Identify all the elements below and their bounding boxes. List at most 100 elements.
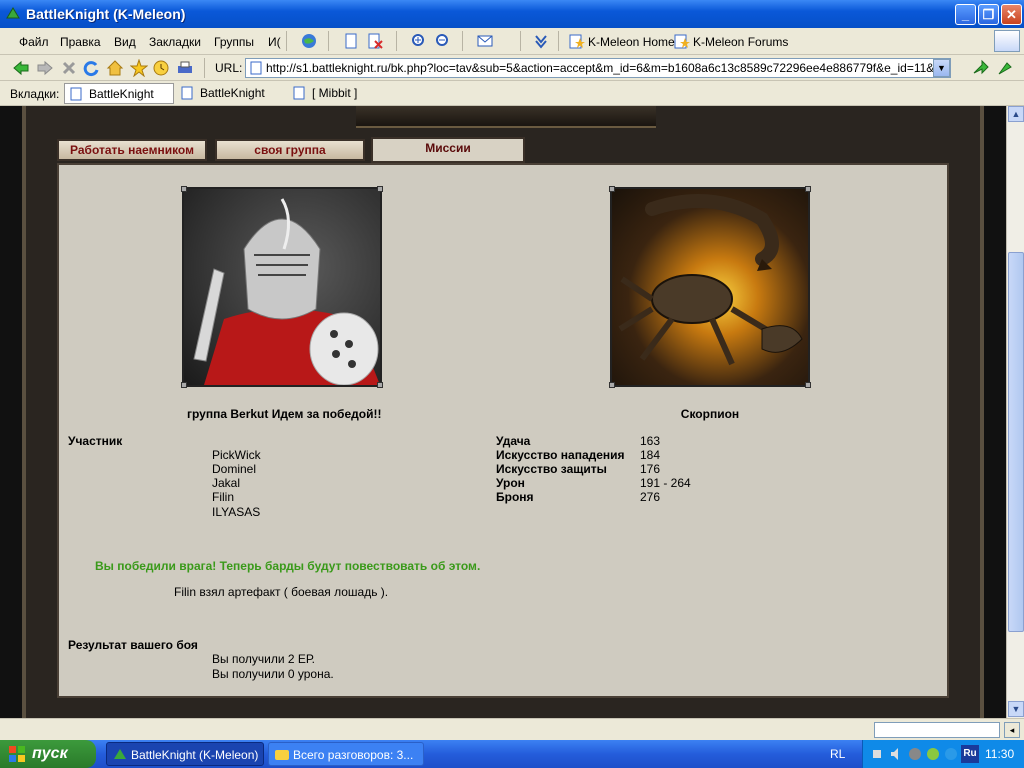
volume-icon[interactable] xyxy=(889,746,905,762)
stat-label: Броня xyxy=(496,490,534,504)
tab-label: BattleKnight xyxy=(200,86,265,100)
system-tray: Ru 11:30 xyxy=(862,740,1024,768)
player-portrait xyxy=(181,186,383,388)
task-label: BattleKnight (K-Meleon) xyxy=(131,748,259,762)
maximize-button[interactable]: ❐ xyxy=(978,4,999,25)
tab-mibbit[interactable]: [ Mibbit ] xyxy=(288,83,398,104)
favorites-star-icon[interactable] xyxy=(130,59,148,77)
separator xyxy=(286,31,287,51)
mail-icon[interactable] xyxy=(476,32,494,50)
start-button[interactable]: пуск xyxy=(0,740,96,768)
history-icon[interactable] xyxy=(152,59,170,77)
participant-name: PickWick xyxy=(212,448,261,462)
minimize-button[interactable]: _ xyxy=(955,4,976,25)
mission-panel: группа Berkut Идем за победой!! Скорпион… xyxy=(57,163,949,698)
language-indicator[interactable]: RL xyxy=(830,747,845,761)
frame-corner xyxy=(377,186,383,192)
taskbar: пуск BattleKnight (K-Meleon) Всего разго… xyxy=(0,740,1024,768)
enemy-portrait xyxy=(609,186,811,388)
participant-name: Jakal xyxy=(212,476,241,490)
tab-label: BattleKnight xyxy=(89,87,154,101)
windows-logo-icon xyxy=(9,746,25,762)
header-ornament xyxy=(356,106,656,128)
page-content: Работать наемником своя группа Миссии гр… xyxy=(0,106,1006,718)
menu-groups[interactable]: Группы xyxy=(214,35,254,49)
network-icon[interactable] xyxy=(871,746,887,762)
stat-label: Удача xyxy=(496,434,531,448)
scroll-up-button[interactable]: ▲ xyxy=(1008,106,1024,122)
result-line: Вы получили 0 урона. xyxy=(212,667,334,681)
menu-view[interactable]: Вид xyxy=(114,35,136,49)
bookmark-star-icon xyxy=(674,34,690,49)
window-title: BattleKnight (K-Meleon) xyxy=(26,6,186,22)
antivirus-icon[interactable] xyxy=(907,746,923,762)
page-icon xyxy=(181,86,193,100)
home-icon[interactable] xyxy=(106,59,124,77)
task-battleknight[interactable]: BattleKnight (K-Meleon) xyxy=(106,742,264,766)
stat-value: 276 xyxy=(640,490,661,504)
frame-corner xyxy=(377,382,383,388)
stat-value: 163 xyxy=(640,434,661,448)
url-dropdown-button[interactable]: ▼ xyxy=(933,59,950,77)
separator xyxy=(396,31,397,51)
knight-image xyxy=(193,198,380,386)
status-button[interactable]: ◂ xyxy=(1004,722,1020,738)
url-input[interactable]: http://s1.battleknight.ru/bk.php?loc=tav… xyxy=(245,58,951,78)
participants-label: Участник xyxy=(68,434,123,448)
scroll-down-button[interactable]: ▼ xyxy=(1008,701,1024,717)
tabs-toolbar: Вкладки: BattleKnight BattleKnight [ Mib… xyxy=(0,81,1024,106)
separator xyxy=(328,31,329,51)
player-group-title: группа Berkut Идем за победой!! xyxy=(187,407,382,421)
vertical-scrollbar[interactable]: ▲ ▼ xyxy=(1006,106,1024,718)
forward-arrow-icon[interactable] xyxy=(36,59,54,77)
stat-value: 191 - 264 xyxy=(640,476,691,490)
messenger-icon[interactable] xyxy=(925,746,941,762)
k-meleon-icon xyxy=(6,7,20,19)
close-button[interactable]: ✕ xyxy=(1001,4,1022,25)
tab-label: [ Mibbit ] xyxy=(312,86,358,100)
stop-icon[interactable] xyxy=(60,59,78,77)
reload-icon[interactable] xyxy=(82,59,100,77)
tab-own-group[interactable]: своя группа xyxy=(215,139,365,161)
download-icon[interactable] xyxy=(532,32,550,50)
menu-edit[interactable]: Правка xyxy=(60,35,101,49)
task-conversations[interactable]: Всего разговоров: 3... xyxy=(268,742,424,766)
close-page-icon[interactable] xyxy=(366,32,384,50)
page-icon xyxy=(293,86,305,100)
separator xyxy=(520,31,521,51)
participant-name: Dominel xyxy=(212,462,257,476)
separator xyxy=(462,31,463,51)
skype-icon[interactable] xyxy=(943,746,959,762)
navigation-toolbar: URL: http://s1.battleknight.ru/bk.php?lo… xyxy=(0,55,1024,81)
start-label: пуск xyxy=(32,745,68,762)
menu-more[interactable]: И( xyxy=(268,35,281,49)
menu-bookmarks[interactable]: Закладки xyxy=(149,35,201,49)
tab-missions[interactable]: Миссии xyxy=(371,137,525,163)
bookmark-kmeleon-home[interactable]: K-Meleon Home xyxy=(588,35,675,49)
zoom-in-icon[interactable] xyxy=(410,32,428,50)
status-bar: ◂ xyxy=(0,718,1024,740)
tab-mercenary-work[interactable]: Работать наемником xyxy=(57,139,207,161)
frame-corner xyxy=(609,186,615,192)
bookmark-kmeleon-forums[interactable]: K-Meleon Forums xyxy=(693,35,788,49)
tab-battleknight-1[interactable]: BattleKnight xyxy=(64,83,174,104)
result-line: Вы получили 2 ЕР. xyxy=(212,652,315,666)
chat-icon xyxy=(275,750,289,760)
victory-message: Вы победили врага! Теперь барды будут по… xyxy=(95,559,481,573)
print-icon[interactable] xyxy=(176,59,194,77)
keyboard-layout-icon[interactable]: Ru xyxy=(961,745,979,763)
scroll-thumb[interactable] xyxy=(1008,252,1024,632)
new-page-icon[interactable] xyxy=(342,32,360,50)
search-go-icon[interactable] xyxy=(996,59,1014,77)
go-icon[interactable] xyxy=(972,59,990,77)
menu-file[interactable]: Файл xyxy=(19,35,49,49)
url-text: http://s1.battleknight.ru/bk.php?loc=tav… xyxy=(266,61,951,75)
frame-corner xyxy=(805,382,811,388)
page-icon xyxy=(70,87,82,101)
separator xyxy=(204,58,205,78)
back-arrow-icon[interactable] xyxy=(12,59,30,77)
bookmark-star-icon xyxy=(569,34,585,49)
tab-battleknight-2[interactable]: BattleKnight xyxy=(176,83,286,104)
globe-icon[interactable] xyxy=(300,32,318,50)
zoom-out-icon[interactable] xyxy=(434,32,452,50)
